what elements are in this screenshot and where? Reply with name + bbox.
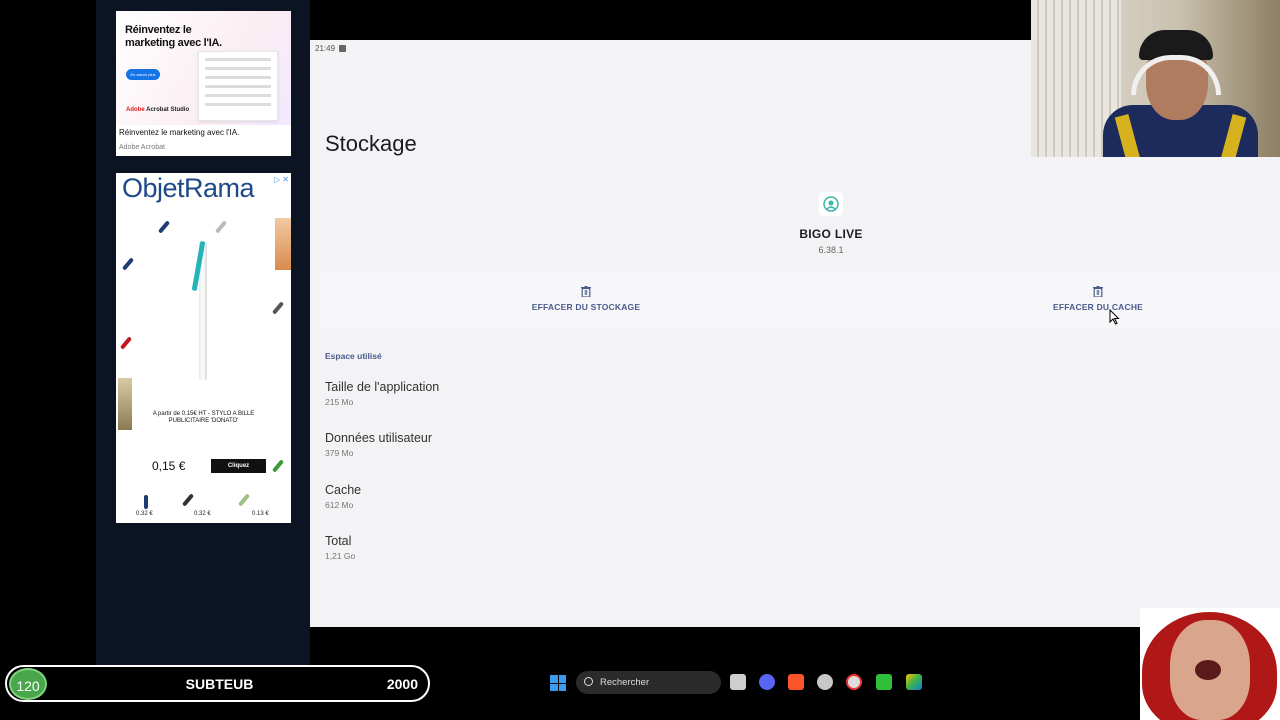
discord-icon[interactable] bbox=[759, 674, 775, 690]
headphones bbox=[1131, 55, 1221, 95]
obs-icon[interactable] bbox=[846, 674, 862, 690]
storage-row-app-size: Taille de l'application 215 Mo bbox=[325, 380, 439, 407]
clear-cache-label: EFFACER DU CACHE bbox=[1052, 302, 1144, 312]
file-explorer-icon[interactable] bbox=[730, 674, 746, 690]
pen-product-image bbox=[199, 241, 207, 381]
ad-mini-price: 0.32 € bbox=[136, 511, 153, 517]
row-label: Données utilisateur bbox=[325, 431, 433, 445]
sub-goal-counter: 120 SUBTEUB 2000 bbox=[5, 665, 430, 702]
ad-brand-prefix: Adobe bbox=[126, 107, 145, 113]
section-header-used-space: Espace utilisé bbox=[325, 351, 382, 361]
windows-taskbar: Rechercher bbox=[540, 667, 940, 699]
app-version: 6.38.1 bbox=[818, 245, 844, 255]
ad-document-mockup bbox=[198, 51, 278, 121]
pen-icon bbox=[271, 301, 285, 315]
streamer-webcam bbox=[1031, 0, 1280, 157]
bluestacks-icon[interactable] bbox=[906, 674, 922, 690]
guest-mouth bbox=[1195, 660, 1221, 680]
ad-learn-more-button[interactable]: En savoir plus bbox=[126, 69, 160, 80]
left-black-margin bbox=[0, 0, 96, 720]
windows-start-icon[interactable] bbox=[550, 675, 566, 691]
status-time: 21:49 bbox=[315, 44, 336, 53]
row-label: Total bbox=[325, 534, 352, 548]
steam-icon[interactable] bbox=[817, 674, 833, 690]
ad-choices-icon[interactable]: ▷ ✕ bbox=[274, 175, 289, 184]
status-bar: 21:49 bbox=[315, 44, 347, 53]
row-label: Taille de l'application bbox=[325, 380, 440, 394]
pen-icon bbox=[119, 336, 133, 350]
app-green-icon[interactable] bbox=[876, 674, 892, 690]
storage-row-total: Total 1,21 Go bbox=[325, 534, 355, 561]
trash-icon bbox=[1093, 286, 1103, 297]
pen-icon bbox=[121, 257, 135, 271]
screen: Réinventez le marketing avec l'IA. En sa… bbox=[0, 0, 1280, 720]
row-value: 612 Mo bbox=[325, 500, 354, 510]
adobe-ad-banner[interactable]: Réinventez le marketing avec l'IA. En sa… bbox=[116, 11, 291, 156]
counter-goal: 2000 bbox=[386, 676, 418, 692]
row-value: 379 Mo bbox=[325, 448, 354, 458]
ad-logo: ObjetRama bbox=[122, 173, 255, 203]
storage-actions-bar: EFFACER DU STOCKAGE EFFACER DU CACHE bbox=[320, 272, 1280, 328]
ad-promo-text: A partir de 0.15€ HT - STYLO A BILLE PUB… bbox=[152, 411, 255, 424]
taskbar-search-box[interactable]: Rechercher bbox=[576, 671, 721, 694]
ad-caption: Réinventez le marketing avec l'IA. bbox=[119, 128, 240, 137]
pen-icon bbox=[181, 493, 195, 507]
search-placeholder: Rechercher bbox=[600, 677, 650, 688]
search-icon bbox=[584, 677, 593, 686]
ad-headline: Réinventez le marketing avec l'IA. bbox=[125, 24, 222, 49]
bigo-live-app-icon bbox=[819, 192, 843, 216]
pen-icon bbox=[157, 220, 171, 234]
clear-cache-button[interactable]: EFFACER DU CACHE bbox=[998, 272, 1198, 328]
row-label: Cache bbox=[325, 483, 362, 497]
ad-brand-rest: Acrobat Studio bbox=[144, 107, 190, 113]
ad-decor-image bbox=[275, 218, 291, 270]
clear-storage-label: EFFACER DU STOCKAGE bbox=[531, 302, 641, 312]
ad-mini-price: 0.13 € bbox=[252, 511, 269, 517]
counter-badge: 120 bbox=[9, 668, 47, 700]
ad-advertiser: Adobe Acrobat bbox=[119, 144, 165, 151]
brave-icon[interactable] bbox=[788, 674, 804, 690]
objetrama-ad-banner[interactable]: ObjetRama ▷ ✕ A partir de 0.15€ HT - STY… bbox=[116, 173, 291, 523]
ad-decor-image bbox=[118, 378, 132, 430]
pen-icon bbox=[214, 220, 228, 234]
clear-storage-button[interactable]: EFFACER DU STOCKAGE bbox=[486, 272, 686, 328]
storage-row-user-data: Données utilisateur 379 Mo bbox=[325, 431, 432, 458]
pen-icon bbox=[271, 459, 285, 473]
row-value: 1,21 Go bbox=[325, 551, 356, 561]
pen-icon bbox=[237, 493, 251, 507]
pen-icon bbox=[144, 495, 148, 509]
ad-cta-button[interactable]: Cliquez bbox=[211, 459, 266, 473]
trash-icon bbox=[581, 286, 591, 297]
mouse-cursor-icon bbox=[1109, 309, 1120, 325]
guest-webcam bbox=[1140, 608, 1280, 720]
ad-brand: Adobe Acrobat Studio bbox=[126, 107, 189, 113]
storage-row-cache: Cache 612 Mo bbox=[325, 483, 361, 510]
counter-label: SUBTEUB bbox=[185, 676, 254, 692]
ad-price: 0,15 € bbox=[152, 459, 186, 473]
app-name: BIGO LIVE bbox=[799, 227, 863, 241]
row-value: 215 Mo bbox=[325, 397, 354, 407]
notification-icon bbox=[339, 45, 347, 52]
ad-mini-price: 0.32 € bbox=[194, 511, 211, 517]
page-title: Stockage bbox=[325, 131, 417, 156]
